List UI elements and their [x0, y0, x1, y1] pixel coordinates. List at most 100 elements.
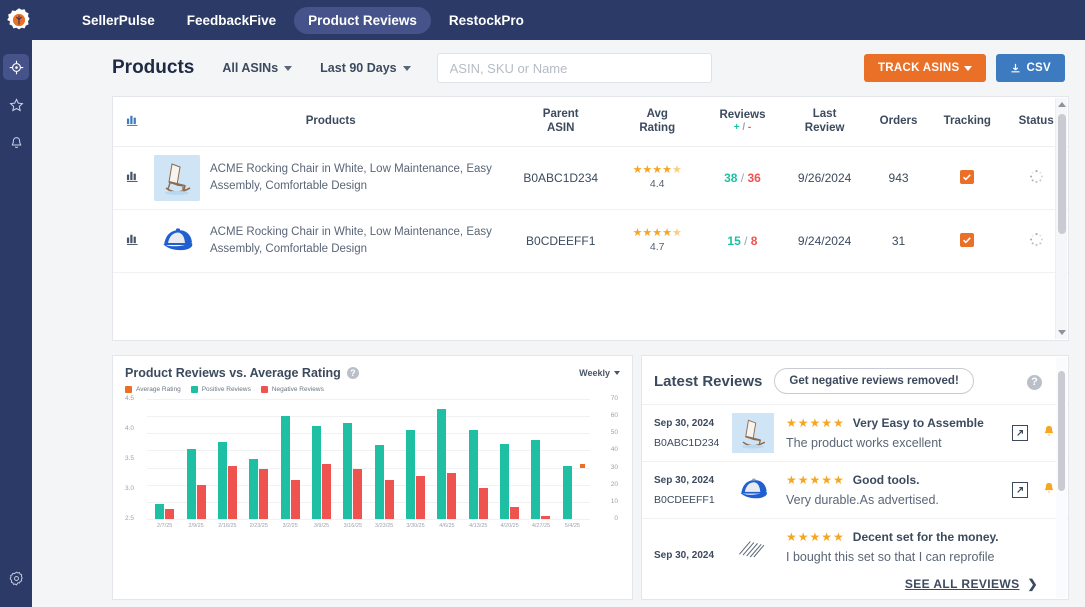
column-reviews-line1: Reviews — [704, 108, 780, 122]
chart-bar-group[interactable] — [149, 399, 180, 519]
chart-bar-group[interactable] — [369, 399, 400, 519]
negative-reviews-bar — [353, 469, 362, 519]
x-axis-tick: 4/27/25 — [525, 523, 556, 529]
track-asins-button[interactable]: TRACK ASINS — [864, 54, 986, 82]
generic-thumbnail — [732, 527, 776, 567]
nav-item-restockpro[interactable]: RestockPro — [435, 7, 538, 34]
chart-bar-group[interactable] — [212, 399, 243, 519]
legend-swatch-red — [261, 386, 268, 393]
orders-count: 943 — [867, 146, 931, 209]
chart-bar-group[interactable] — [463, 399, 494, 519]
left-axis-tick: 3.0 — [125, 485, 134, 492]
rating-stars: ★★★★★ — [614, 165, 700, 176]
help-icon[interactable]: ? — [1027, 375, 1042, 390]
chart-bar-group[interactable] — [525, 399, 556, 519]
scrollbar-thumb[interactable] — [1058, 114, 1066, 234]
asin-filter-label: All ASINs — [222, 61, 278, 75]
nav-item-sellerpulse[interactable]: SellerPulse — [68, 7, 169, 34]
chart-granularity-dropdown[interactable]: Weekly — [579, 368, 620, 378]
open-external-icon[interactable] — [1012, 425, 1028, 441]
product-cell: ACME Rocking Chair in White, Low Mainten… — [152, 146, 509, 209]
bar-chart-icon — [126, 113, 139, 126]
sidebar-item-alerts[interactable] — [0, 124, 32, 162]
reviews-scrollbar[interactable] — [1056, 357, 1067, 598]
see-all-reviews-link[interactable]: SEE ALL REVIEWS ❯ — [905, 577, 1038, 591]
date-range-dropdown[interactable]: Last 90 Days — [320, 61, 410, 75]
get-negative-reviews-removed-button[interactable]: Get negative reviews removed! — [774, 368, 973, 394]
sidebar-item-settings[interactable] — [0, 559, 32, 597]
open-external-icon[interactable] — [1012, 482, 1028, 498]
chart-bar-group[interactable] — [494, 399, 525, 519]
column-avg-rating-line1: Avg — [614, 107, 700, 121]
column-avg-rating[interactable]: Avg Rating — [612, 97, 702, 146]
legend-label: Average Rating — [136, 386, 181, 393]
table-scrollbar[interactable] — [1055, 98, 1067, 339]
main-content: Products All ASINs Last 90 Days TRACK AS… — [32, 40, 1085, 607]
review-item[interactable]: Sep 30, 2024 ★★★★★ Decent set for the — [642, 518, 1068, 575]
chart-bar-group[interactable] — [306, 399, 337, 519]
search-input[interactable] — [437, 53, 712, 83]
positive-reviews-bar — [155, 504, 164, 519]
positive-reviews-bar — [249, 459, 258, 519]
x-axis-tick: 2/23/25 — [243, 523, 274, 529]
legend-item-positive-reviews[interactable]: Positive Reviews — [191, 386, 251, 393]
column-chart-toggle[interactable] — [113, 97, 152, 146]
column-reviews[interactable]: Reviews + / - — [702, 97, 782, 146]
chart-bar-group[interactable] — [431, 399, 462, 519]
legend-item-average-rating[interactable]: Average Rating — [125, 386, 181, 393]
bottom-panels: Product Reviews vs. Average Rating ? Wee… — [112, 355, 1069, 600]
table-row[interactable]: ACME Rocking Chair in White, Low Mainten… — [113, 209, 1068, 272]
asin-filter-dropdown[interactable]: All ASINs — [222, 61, 292, 75]
x-axis-tick: 3/23/25 — [369, 523, 400, 529]
scroll-up-icon[interactable] — [1058, 102, 1066, 107]
table-row[interactable]: ACME Rocking Chair in White, Low Mainten… — [113, 146, 1068, 209]
column-parent-asin[interactable]: Parent ASIN — [509, 97, 612, 146]
negative-reviews-bar — [322, 464, 331, 519]
tracking-checkbox[interactable] — [960, 233, 974, 247]
review-item[interactable]: Sep 30, 2024 B0CDEEFF1 ★★★★★ Goo — [642, 461, 1068, 518]
row-chart-toggle[interactable] — [113, 146, 152, 209]
sidebar-item-favorites[interactable] — [0, 86, 32, 124]
rating-stars: ★★★★★ — [614, 228, 700, 239]
reviews-help-wrap: ? — [1021, 372, 1042, 390]
rating-value: 4.7 — [614, 241, 700, 253]
nav-item-product-reviews[interactable]: Product Reviews — [294, 7, 431, 34]
nav-item-feedbackfive[interactable]: FeedbackFive — [173, 7, 290, 34]
chart-bar-group[interactable] — [337, 399, 368, 519]
help-icon[interactable]: ? — [347, 367, 359, 379]
chart-bar-group[interactable] — [243, 399, 274, 519]
chart-bar-group[interactable] — [557, 399, 588, 519]
app-logo[interactable] — [0, 0, 38, 40]
review-date: Sep 30, 2024 — [654, 475, 732, 486]
scroll-down-icon[interactable] — [1058, 330, 1066, 335]
column-last-review[interactable]: Last Review — [783, 97, 867, 146]
top-navigation-bar: SellerPulse FeedbackFive Product Reviews… — [0, 0, 1085, 40]
review-stars: ★★★★★ — [786, 416, 845, 430]
right-axis-tick: 30 — [611, 464, 618, 471]
csv-label: CSV — [1026, 62, 1051, 74]
row-chart-toggle[interactable] — [113, 209, 152, 272]
alert-bell-icon[interactable] — [1042, 424, 1056, 443]
sidebar-item-target[interactable] — [0, 48, 32, 86]
product-name: ACME Rocking Chair in White, Low Mainten… — [210, 224, 507, 257]
column-tracking[interactable]: Tracking — [930, 97, 1004, 146]
scrollbar-thumb[interactable] — [1058, 371, 1065, 491]
alert-bell-icon[interactable] — [1042, 481, 1056, 500]
legend-item-negative-reviews[interactable]: Negative Reviews — [261, 386, 324, 393]
chart-bar-group[interactable] — [400, 399, 431, 519]
x-axis-tick: 3/30/25 — [400, 523, 431, 529]
csv-export-button[interactable]: CSV — [996, 54, 1065, 82]
chart-bar-group[interactable] — [180, 399, 211, 519]
reviews-positive: 15 — [727, 234, 740, 248]
column-products[interactable]: Products — [152, 97, 509, 146]
parent-asin: B0ABC1D234 — [509, 146, 612, 209]
column-last-review-line2: Review — [785, 121, 865, 135]
positive-reviews-bar — [343, 423, 352, 519]
products-table-card: Products Parent ASIN Avg Rating Reviews … — [112, 96, 1069, 341]
column-orders[interactable]: Orders — [867, 97, 931, 146]
review-item[interactable]: Sep 30, 2024 B0ABC1D234 ★★★★★ — [642, 404, 1068, 461]
negative-reviews-bar — [197, 485, 206, 519]
tracking-checkbox[interactable] — [960, 170, 974, 184]
review-actions — [1004, 424, 1056, 443]
chart-bar-group[interactable] — [274, 399, 305, 519]
